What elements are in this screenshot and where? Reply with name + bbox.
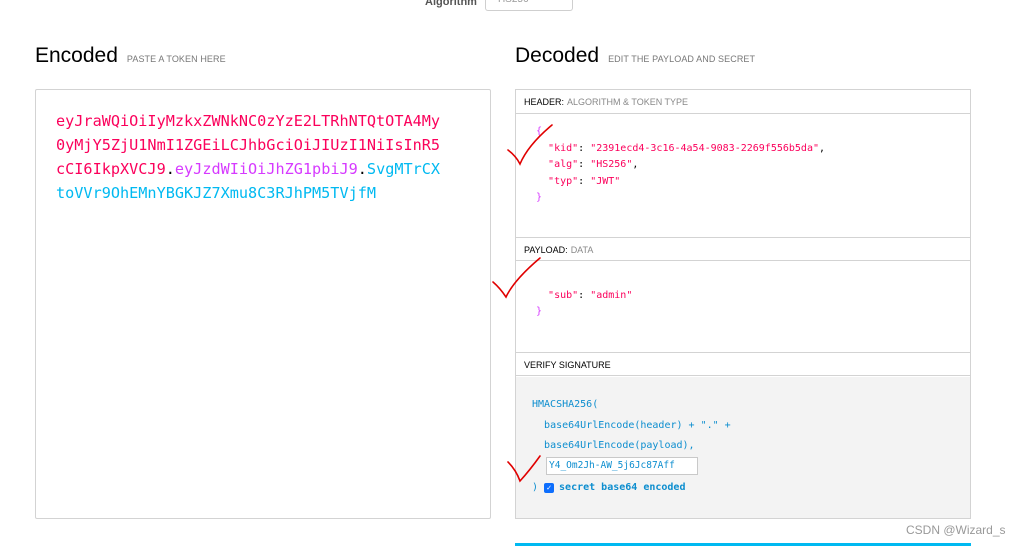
annotation-layer [492,124,553,483]
red-checkmark-icon [507,455,541,483]
red-checkmark-icon [492,257,541,299]
watermark: CSDN @Wizard_s [906,523,1006,537]
red-checkmark-icon [507,124,553,166]
